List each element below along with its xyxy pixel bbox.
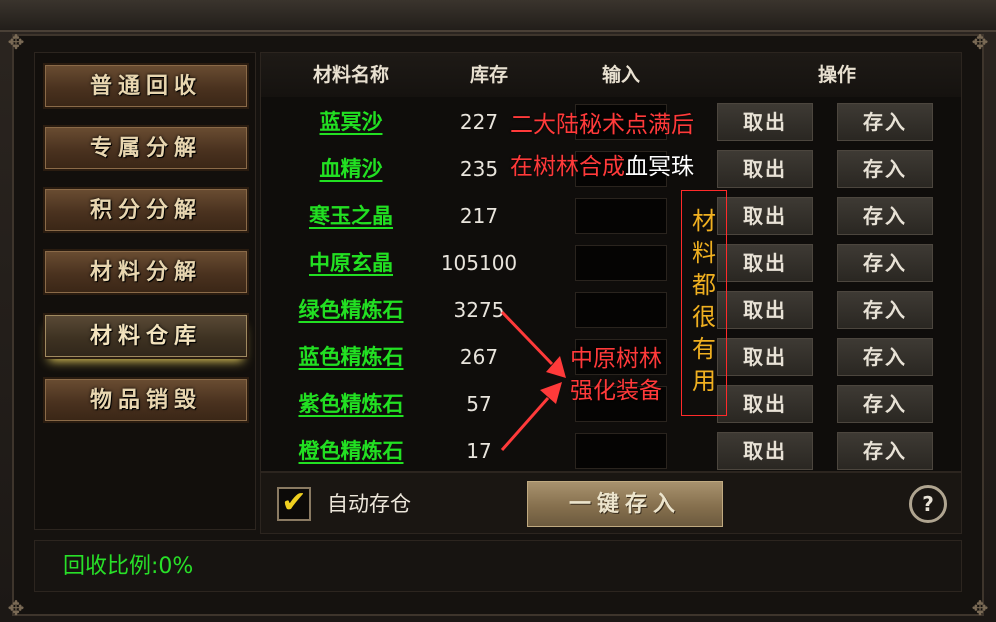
header-action: 操作 <box>817 64 856 86</box>
sidebar-item-material-warehouse[interactable]: 材料仓库 <box>43 313 249 359</box>
store-button[interactable]: 存入 <box>837 291 933 329</box>
take-out-button[interactable]: 取出 <box>717 244 813 282</box>
material-stock: 267 <box>459 345 499 369</box>
store-button[interactable]: 存入 <box>837 150 933 188</box>
sidebar-item-material-decompose[interactable]: 材料分解 <box>43 249 249 295</box>
recycle-ratio: 回收比例:0% <box>63 554 194 579</box>
table-header: 材料名称 库存 输入 操作 <box>261 53 961 97</box>
corner-ornament-icon: ✥ <box>971 30 989 54</box>
header-input: 输入 <box>601 64 640 86</box>
annotation-top-line1: 二大陆秘术点满后 <box>510 112 694 138</box>
sidebar-item-normal-recycle[interactable]: 普通回收 <box>43 63 249 109</box>
header-material-name: 材料名称 <box>312 64 389 86</box>
material-name[interactable]: 绿色精炼石 <box>271 287 431 334</box>
take-out-button[interactable]: 取出 <box>717 197 813 235</box>
material-name[interactable]: 蓝冥沙 <box>271 99 431 146</box>
material-stock: 17 <box>466 439 492 463</box>
take-out-button[interactable]: 取出 <box>717 432 813 470</box>
auto-store-checkbox[interactable]: ✔ <box>277 487 311 521</box>
store-button[interactable]: 存入 <box>837 432 933 470</box>
annotation-vertical-box: 材料都很有用 <box>681 190 727 416</box>
corner-ornament-icon: ✥ <box>971 596 989 620</box>
annotation-white-text: 血冥珠 <box>625 154 694 180</box>
take-out-button[interactable]: 取出 <box>717 385 813 423</box>
store-button[interactable]: 存入 <box>837 197 933 235</box>
material-name[interactable]: 紫色精炼石 <box>271 381 431 428</box>
sidebar-item-points-decompose[interactable]: 积分分解 <box>43 187 249 233</box>
checkmark-icon: ✔ <box>281 485 307 520</box>
material-name[interactable]: 寒玉之晶 <box>271 193 431 240</box>
material-stock: 105100 <box>440 251 518 275</box>
quantity-input[interactable] <box>575 198 667 234</box>
header-stock: 库存 <box>469 64 508 86</box>
window-top-bar <box>0 0 996 32</box>
sidebar: 普通回收 专属分解 积分分解 材料分解 材料仓库 物品销毁 <box>34 52 256 530</box>
annotation-top-line2: 在树林合成血冥珠 <box>510 152 694 182</box>
take-out-button[interactable]: 取出 <box>717 150 813 188</box>
store-button[interactable]: 存入 <box>837 244 933 282</box>
one-key-store-button[interactable]: 一键存入 <box>527 481 723 527</box>
material-name[interactable]: 中原玄晶 <box>271 240 431 287</box>
material-stock: 217 <box>459 204 499 228</box>
take-out-button[interactable]: 取出 <box>717 338 813 376</box>
sidebar-item-item-destroy[interactable]: 物品销毁 <box>43 377 249 423</box>
corner-ornament-icon: ✥ <box>7 596 25 620</box>
annotation-mid-line1: 中原树林 <box>570 346 662 372</box>
table-row: 寒玉之晶 217 取出 存入 <box>261 193 961 240</box>
material-stock: 57 <box>466 392 492 416</box>
auto-store-label: 自动存仓 <box>327 492 411 516</box>
bottom-controls: ✔ 自动存仓 一键存入 ? <box>260 472 962 534</box>
help-icon[interactable]: ? <box>909 485 947 523</box>
store-button[interactable]: 存入 <box>837 385 933 423</box>
corner-ornament-icon: ✥ <box>7 30 25 54</box>
annotation-red-text: 在树林合成 <box>510 154 625 180</box>
sidebar-item-exclusive-decompose[interactable]: 专属分解 <box>43 125 249 171</box>
store-button[interactable]: 存入 <box>837 338 933 376</box>
annotation-mid-line2: 强化装备 <box>570 378 662 404</box>
take-out-button[interactable]: 取出 <box>717 103 813 141</box>
quantity-input[interactable] <box>575 245 667 281</box>
status-bar: 回收比例:0% <box>34 540 962 592</box>
table-row: 中原玄晶 105100 取出 存入 <box>261 240 961 287</box>
material-name[interactable]: 蓝色精炼石 <box>271 334 431 381</box>
material-name[interactable]: 血精沙 <box>271 146 431 193</box>
quantity-input[interactable] <box>575 433 667 469</box>
take-out-button[interactable]: 取出 <box>717 291 813 329</box>
quantity-input[interactable] <box>575 292 667 328</box>
material-name[interactable]: 橙色精炼石 <box>271 428 431 471</box>
table-row: 橙色精炼石 17 取出 存入 <box>261 428 961 471</box>
store-button[interactable]: 存入 <box>837 103 933 141</box>
table-row: 绿色精炼石 3275 取出 存入 <box>261 287 961 334</box>
material-stock: 3275 <box>453 298 505 322</box>
